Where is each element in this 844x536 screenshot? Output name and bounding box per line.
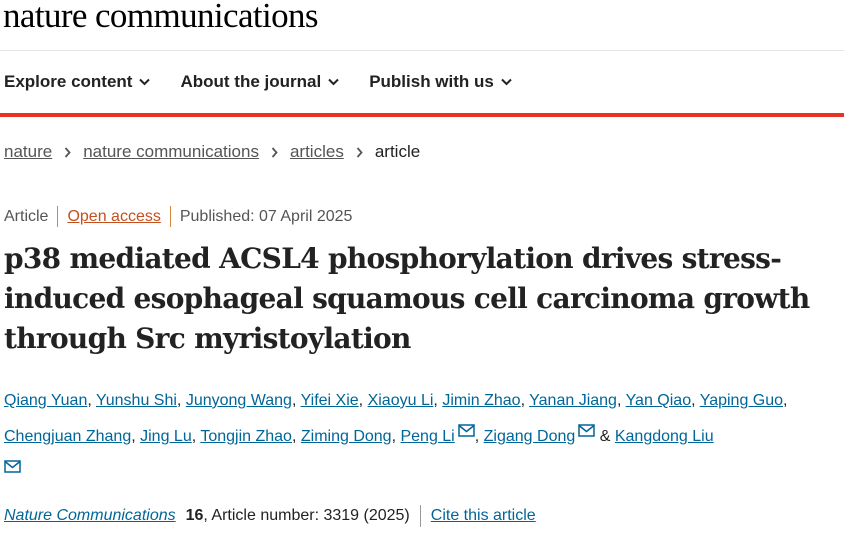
author-separator: , <box>783 392 788 409</box>
citation-divider <box>419 505 421 527</box>
cite-this-article-link[interactable]: Cite this article <box>431 507 536 525</box>
author-separator: , <box>291 392 297 409</box>
author-link[interactable]: Yan Qiao <box>626 392 692 409</box>
nav-about-journal[interactable]: About the journal <box>180 72 339 92</box>
author-separator: , <box>87 392 92 409</box>
author-separator: , <box>691 392 696 409</box>
author-separator: , <box>291 428 297 445</box>
author-separator: , <box>520 392 526 409</box>
author-separator: , <box>616 392 622 409</box>
chevron-down-icon <box>501 78 512 86</box>
author-and: & <box>599 428 611 445</box>
mail-icon[interactable] <box>578 424 596 438</box>
author-link[interactable]: Chengjuan Zhang <box>4 428 131 445</box>
article-meta: Article Open access Published: 07 April … <box>4 206 352 227</box>
author-link[interactable]: Jimin Zhao <box>442 392 520 409</box>
chevron-down-icon <box>328 78 339 86</box>
header-divider <box>0 50 844 51</box>
chevron-down-icon <box>139 78 151 86</box>
meta-divider <box>57 206 59 227</box>
author-separator: , <box>176 392 182 409</box>
author-link[interactable]: Ziming Dong <box>301 428 392 445</box>
breadcrumb: nature nature communications articles ar… <box>4 142 420 162</box>
author-link[interactable]: Kangdong Liu <box>615 428 714 445</box>
author-separator: , <box>391 428 397 445</box>
author-link[interactable]: Qiang Yuan <box>4 392 87 409</box>
nav-label: Explore content <box>4 72 133 91</box>
article-type: Article <box>4 207 49 225</box>
mail-icon[interactable] <box>457 424 475 438</box>
author-link[interactable]: Yifei Xie <box>301 392 359 409</box>
chevron-right-icon <box>64 146 71 158</box>
chevron-right-icon <box>356 146 363 158</box>
accent-bar <box>0 113 844 117</box>
author-list: Qiang Yuan, Yunshu Shi, Junyong Wang, Yi… <box>4 383 840 491</box>
author-link[interactable]: Xiaoyu Li <box>368 392 434 409</box>
author-separator: , <box>433 392 438 409</box>
breadcrumb-articles[interactable]: articles <box>290 142 344 162</box>
open-access-link[interactable]: Open access <box>67 208 160 226</box>
breadcrumb-nature-communications[interactable]: nature communications <box>83 142 259 162</box>
nav-explore-content[interactable]: Explore content <box>4 72 151 92</box>
author-link[interactable]: Yunshu Shi <box>96 392 177 409</box>
nav-publish-with-us[interactable]: Publish with us <box>369 72 512 92</box>
author-separator: , <box>358 392 364 409</box>
author-link[interactable]: Tongjin Zhao <box>200 428 292 445</box>
article-number: , Article number: 3319 (2025) <box>203 507 410 524</box>
author-link[interactable]: Yaping Guo <box>700 392 783 409</box>
nav-label: About the journal <box>180 72 322 91</box>
chevron-right-icon <box>271 146 278 158</box>
journal-link[interactable]: Nature Communications <box>4 507 176 525</box>
author-separator: , <box>474 428 480 445</box>
article-title: p38 mediated ACSL4 phosphorylation drive… <box>4 242 810 355</box>
author-separator: , <box>131 428 136 445</box>
breadcrumb-nature[interactable]: nature <box>4 142 52 162</box>
published-date: Published: 07 April 2025 <box>179 207 353 225</box>
meta-divider <box>169 206 171 227</box>
volume-number: 16 <box>185 507 204 524</box>
breadcrumb-current: article <box>374 142 421 161</box>
author-link[interactable]: Peng Li <box>400 428 454 445</box>
nav-label: Publish with us <box>369 72 494 91</box>
main-nav: Explore content About the journal Publis… <box>4 72 542 92</box>
author-separator: , <box>191 428 197 445</box>
mail-icon[interactable] <box>4 460 21 474</box>
citation: Nature Communications 16 , Article numbe… <box>4 505 536 527</box>
author-link[interactable]: Yanan Jiang <box>529 392 617 409</box>
author-link[interactable]: Zigang Dong <box>484 428 576 445</box>
author-link[interactable]: Junyong Wang <box>186 392 292 409</box>
author-link[interactable]: Jing Lu <box>140 428 192 445</box>
site-logo[interactable]: nature communications <box>3 0 319 36</box>
